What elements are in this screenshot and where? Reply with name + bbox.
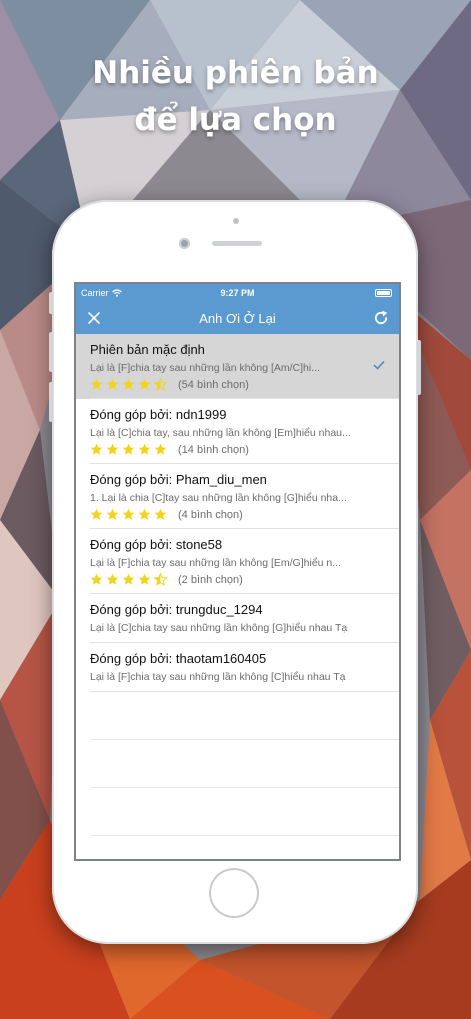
- navigation-bar: Anh Ơi Ở Lại: [76, 303, 399, 334]
- version-row-trungduc-1294[interactable]: Đóng góp bởi: trungduc_1294 Lại là [C]ch…: [76, 594, 399, 643]
- version-row-default[interactable]: Phiên bản mặc định Lại là [F]chia tay sa…: [76, 334, 399, 399]
- star-full-icon: [138, 443, 151, 455]
- version-row-ndn1999[interactable]: Đóng góp bởi: ndn1999 Lại là [C]chia tay…: [76, 399, 399, 464]
- vote-count: (54 bình chọn): [178, 378, 249, 391]
- star-half-icon: [154, 378, 167, 391]
- star-full-icon: [154, 443, 167, 455]
- headline-line-2: để lựa chọn: [134, 102, 337, 138]
- vote-count: (4 bình chọn): [178, 508, 243, 521]
- headline-line-1: Nhiều phiên bản: [92, 55, 379, 91]
- star-full-icon: [90, 443, 103, 455]
- version-snippet: Lại là [F]chia tay sau những lần không […: [90, 557, 342, 569]
- silent-switch: [49, 292, 53, 314]
- star-full-icon: [90, 378, 103, 390]
- star-full-icon: [138, 378, 151, 390]
- vote-count: (2 bình chọn): [178, 573, 243, 586]
- empty-row: [76, 788, 399, 836]
- earpiece-speaker: [212, 241, 262, 246]
- version-title: Đóng góp bởi: Pham_diu_men: [90, 472, 267, 487]
- star-full-icon: [122, 508, 135, 520]
- star-full-icon: [122, 443, 135, 455]
- proximity-sensor: [233, 218, 239, 224]
- phone-frame: Carrier 9:27 PM Anh Ơi Ở Lại Phiên bản m…: [49, 200, 421, 944]
- version-title: Đóng góp bởi: thaotam160405: [90, 651, 267, 666]
- checkmark-icon: [373, 360, 385, 370]
- vote-count: (14 bình chọn): [178, 443, 249, 456]
- nav-title: Anh Ơi Ở Lại: [199, 311, 276, 326]
- star-full-icon: [138, 573, 151, 585]
- app-screen: Carrier 9:27 PM Anh Ơi Ở Lại Phiên bản m…: [74, 282, 401, 861]
- version-row-pham-diu-men[interactable]: Đóng góp bởi: Pham_diu_men 1. Lại là chi…: [76, 464, 399, 529]
- battery-icon: [375, 289, 392, 297]
- status-bar: Carrier 9:27 PM: [76, 284, 399, 303]
- star-full-icon: [106, 573, 119, 585]
- volume-up-button: [49, 332, 53, 372]
- promo-headline: Nhiều phiên bản để lựa chọn: [0, 50, 471, 144]
- version-title: Đóng góp bởi: trungduc_1294: [90, 602, 263, 617]
- star-half-icon: [154, 573, 167, 586]
- star-full-icon: [122, 573, 135, 585]
- front-camera: [179, 238, 190, 249]
- home-button[interactable]: [209, 868, 259, 918]
- star-full-icon: [154, 508, 167, 520]
- version-title: Đóng góp bởi: ndn1999: [90, 407, 227, 422]
- star-full-icon: [90, 573, 103, 585]
- version-snippet: Lại là [C]chia tay, sau những lần không …: [90, 427, 351, 439]
- volume-down-button: [49, 382, 53, 422]
- rating-stars: (54 bình chọn): [90, 378, 249, 391]
- empty-row: [76, 692, 399, 740]
- rating-stars: (14 bình chọn): [90, 443, 249, 456]
- version-snippet: 1. Lại là chia [C]tay sau những lần khôn…: [90, 492, 347, 504]
- star-full-icon: [106, 443, 119, 455]
- version-row-stone58[interactable]: Đóng góp bởi: stone58 Lại là [F]chia tay…: [76, 529, 399, 594]
- star-full-icon: [138, 508, 151, 520]
- star-full-icon: [106, 378, 119, 390]
- version-snippet: Lại là [F]chia tay sau những lần không […: [90, 362, 320, 374]
- star-full-icon: [90, 508, 103, 520]
- version-snippet: Lại là [C]chia tay sau những lần không […: [90, 622, 348, 634]
- status-time: 9:27 PM: [220, 288, 255, 298]
- star-full-icon: [106, 508, 119, 520]
- power-button: [417, 340, 421, 395]
- refresh-icon[interactable]: [372, 309, 390, 327]
- rating-stars: (2 bình chọn): [90, 573, 243, 586]
- version-title: Đóng góp bởi: stone58: [90, 537, 223, 552]
- version-snippet: Lại là [F]chia tay sau những lần không […: [90, 671, 346, 683]
- version-list: Phiên bản mặc định Lại là [F]chia tay sa…: [76, 334, 399, 836]
- empty-row: [76, 740, 399, 788]
- rating-stars: (4 bình chọn): [90, 508, 243, 521]
- version-title: Phiên bản mặc định: [90, 342, 205, 357]
- star-full-icon: [122, 378, 135, 390]
- version-row-thaotam160405[interactable]: Đóng góp bởi: thaotam160405 Lại là [F]ch…: [76, 643, 399, 692]
